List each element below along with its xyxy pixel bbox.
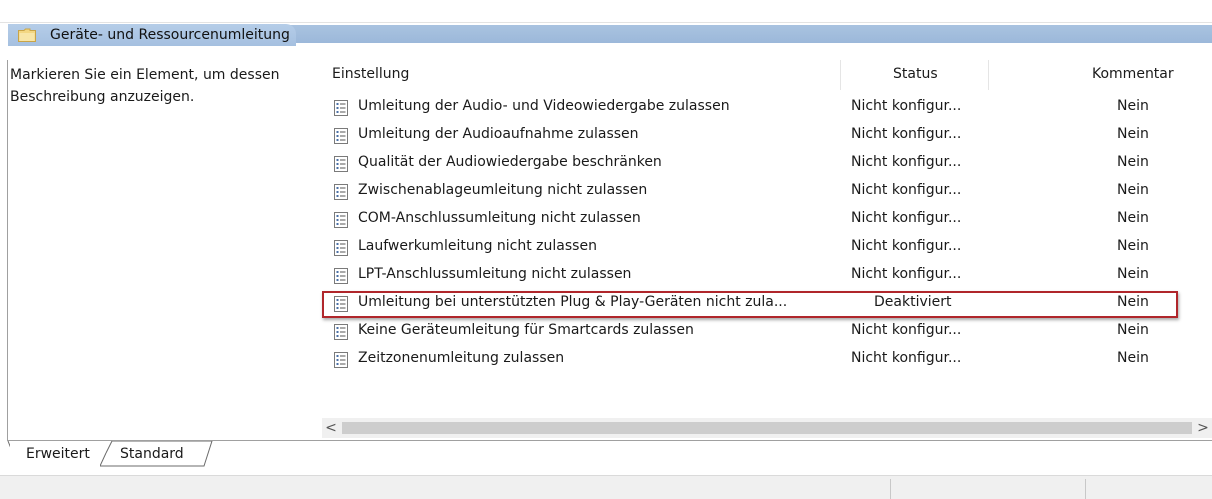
table-row[interactable]: Umleitung bei unterstützten Plug & Play-… bbox=[322, 290, 1212, 318]
policy-setting-icon bbox=[334, 268, 348, 284]
setting-name: Zeitzonenumleitung zulassen bbox=[358, 350, 565, 366]
setting-comment: Nein bbox=[1117, 322, 1149, 338]
table-row[interactable]: Laufwerkumleitung nicht zulassen Nicht ko… bbox=[322, 234, 1212, 262]
folder-icon bbox=[18, 28, 36, 42]
column-separator[interactable] bbox=[988, 60, 989, 90]
table-row[interactable]: Umleitung der Audioaufnahme zulassen Nich… bbox=[322, 122, 1212, 150]
tab-standard[interactable]: Standard bbox=[108, 441, 198, 467]
policy-setting-icon bbox=[334, 240, 348, 256]
table-row[interactable]: Zeitzonenumleitung zulassen Nicht konfigu… bbox=[322, 346, 1212, 374]
horizontal-scrollbar[interactable]: < > bbox=[322, 418, 1212, 438]
top-strip bbox=[0, 0, 1212, 23]
setting-name: LPT-Anschlussumleitung nicht zulassen bbox=[358, 266, 632, 282]
scroll-right-icon[interactable]: > bbox=[1194, 418, 1212, 438]
setting-comment: Nein bbox=[1117, 154, 1149, 170]
policy-setting-icon bbox=[334, 184, 348, 200]
setting-comment: Nein bbox=[1117, 182, 1149, 198]
setting-status: Nicht konfigur... bbox=[851, 266, 962, 282]
policy-setting-icon bbox=[334, 212, 348, 228]
setting-status: Nicht konfigur... bbox=[851, 154, 962, 170]
section-header: Geräte- und Ressourcenumleitung bbox=[8, 24, 296, 46]
setting-name: COM-Anschlussumleitung nicht zulassen bbox=[358, 210, 641, 226]
setting-comment: Nein bbox=[1117, 238, 1149, 254]
setting-comment: Nein bbox=[1117, 126, 1149, 142]
policy-setting-icon bbox=[334, 296, 348, 312]
status-separator bbox=[1085, 479, 1086, 499]
setting-name: Qualität der Audiowiedergabe beschränken bbox=[358, 154, 662, 170]
description-text: Markieren Sie ein Element, um dessen Bes… bbox=[10, 67, 280, 105]
gpedit-window: Geräte- und Ressourcenumleitung Markiere… bbox=[0, 0, 1212, 499]
setting-status: Nicht konfigur... bbox=[851, 98, 962, 114]
table-row[interactable]: Qualität der Audiowiedergabe beschränken… bbox=[322, 150, 1212, 178]
table-row[interactable]: Zwischenablageumleitung nicht zulassen Ni… bbox=[322, 178, 1212, 206]
setting-comment: Nein bbox=[1117, 266, 1149, 282]
status-separator bbox=[890, 479, 891, 499]
setting-status: Nicht konfigur... bbox=[851, 238, 962, 254]
setting-status: Nicht konfigur... bbox=[851, 322, 962, 338]
setting-comment: Nein bbox=[1117, 294, 1149, 310]
column-separator[interactable] bbox=[840, 60, 841, 90]
setting-comment: Nein bbox=[1117, 350, 1149, 366]
table-row[interactable]: COM-Anschlussumleitung nicht zulassen Nic… bbox=[322, 206, 1212, 234]
description-pane: Markieren Sie ein Element, um dessen Bes… bbox=[8, 60, 322, 440]
settings-list[interactable]: Einstellung Status Kommentar Umleitung d… bbox=[322, 60, 1212, 422]
table-row[interactable]: LPT-Anschlussumleitung nicht zulassen Nic… bbox=[322, 262, 1212, 290]
setting-comment: Nein bbox=[1117, 210, 1149, 226]
setting-status: Nicht konfigur... bbox=[851, 350, 962, 366]
setting-comment: Nein bbox=[1117, 98, 1149, 114]
setting-status: Nicht konfigur... bbox=[851, 126, 962, 142]
setting-name: Umleitung bei unterstützten Plug & Play-… bbox=[358, 294, 788, 310]
setting-status: Nicht konfigur... bbox=[851, 182, 962, 198]
column-header-setting[interactable]: Einstellung bbox=[332, 66, 409, 82]
policy-setting-icon bbox=[334, 156, 348, 172]
scroll-thumb[interactable] bbox=[342, 422, 1192, 434]
policy-setting-icon bbox=[334, 100, 348, 116]
column-header-status[interactable]: Status bbox=[893, 66, 938, 82]
policy-setting-icon bbox=[334, 128, 348, 144]
view-tabs: Erweitert Standard bbox=[0, 441, 1212, 475]
setting-name: Laufwerkumleitung nicht zulassen bbox=[358, 238, 597, 254]
scroll-left-icon[interactable]: < bbox=[322, 418, 340, 438]
status-bar bbox=[0, 475, 1212, 499]
setting-name: Umleitung der Audio- und Videowiedergabe… bbox=[358, 98, 730, 114]
setting-name: Keine Geräteumleitung für Smartcards zul… bbox=[358, 322, 694, 338]
table-row[interactable]: Umleitung der Audio- und Videowiedergabe… bbox=[322, 94, 1212, 122]
policy-setting-icon bbox=[334, 352, 348, 368]
setting-name: Umleitung der Audioaufnahme zulassen bbox=[358, 126, 639, 142]
setting-status: Deaktiviert bbox=[874, 294, 952, 310]
policy-setting-icon bbox=[334, 324, 348, 340]
section-title: Geräte- und Ressourcenumleitung bbox=[50, 27, 290, 43]
table-row[interactable]: Keine Geräteumleitung für Smartcards zul… bbox=[322, 318, 1212, 346]
setting-status: Nicht konfigur... bbox=[851, 210, 962, 226]
list-header: Einstellung Status Kommentar bbox=[322, 60, 1212, 90]
setting-name: Zwischenablageumleitung nicht zulassen bbox=[358, 182, 648, 198]
tab-extended[interactable]: Erweitert bbox=[10, 441, 100, 467]
column-header-comment[interactable]: Kommentar bbox=[1092, 66, 1174, 82]
